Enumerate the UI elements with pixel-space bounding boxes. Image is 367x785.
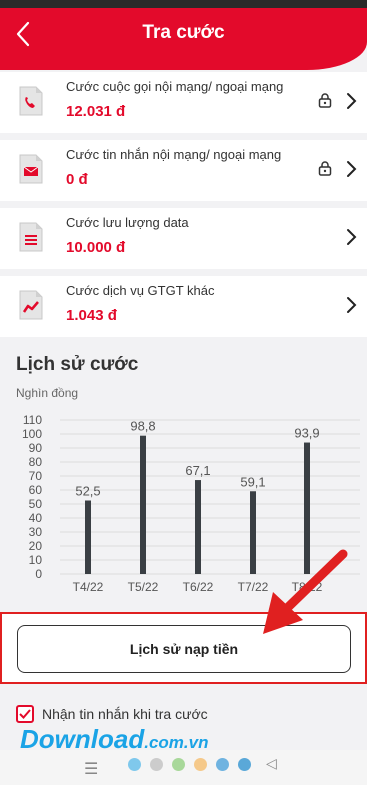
chart-bar — [85, 500, 91, 574]
y-tick-label: 20 — [29, 539, 43, 553]
list-icon — [19, 222, 43, 252]
sms-option-label: Nhận tin nhắn khi tra cước — [42, 706, 208, 722]
chevron-right-icon — [347, 229, 357, 245]
history-unit: Nghìn đồng — [16, 386, 79, 400]
checkmark-icon — [19, 709, 31, 719]
nav-dot — [194, 758, 207, 771]
nav-dot — [172, 758, 185, 771]
history-title: Lịch sử cước — [16, 354, 139, 375]
y-tick-label: 70 — [29, 469, 43, 483]
chevron-right-icon — [347, 93, 357, 109]
phone-icon — [19, 86, 43, 116]
nav-dot — [238, 758, 251, 771]
y-tick-label: 90 — [29, 441, 43, 455]
charge-item-calls[interactable]: Cước cuộc gọi nội mạng/ ngoại mạng 12.03… — [0, 72, 367, 133]
bar-value-label: 93,9 — [294, 426, 319, 441]
charge-name: Cước dịch vụ GTGT khác — [66, 283, 215, 298]
charge-amount: 10.000 đ — [66, 239, 126, 256]
system-nav-bar: ☰ ◁ — [0, 750, 367, 785]
charge-amount: 12.031 đ — [66, 103, 126, 120]
charge-amount: 1.043 đ — [66, 307, 117, 324]
y-tick-label: 10 — [29, 553, 43, 567]
charge-amount: 0 đ — [66, 171, 88, 188]
charge-name: Cước cuộc gọi nội mạng/ ngoại mạng — [66, 79, 284, 94]
x-tick-label: T4/22 — [73, 580, 104, 594]
charge-name: Cước tin nhắn nội mạng/ ngoại mạng — [66, 147, 282, 162]
charge-name: Cước lưu lượng data — [66, 215, 189, 230]
menu-icon[interactable]: ☰ — [84, 759, 98, 779]
trend-icon — [19, 290, 43, 320]
app-header: Tra cước — [0, 8, 367, 70]
y-tick-label: 50 — [29, 497, 43, 511]
bar-value-label: 67,1 — [185, 463, 210, 478]
bar-value-label: 59,1 — [240, 474, 265, 489]
charge-item-data[interactable]: Cước lưu lượng data 10.000 đ — [0, 208, 367, 269]
chevron-right-icon — [347, 297, 357, 313]
lock-icon — [318, 93, 332, 108]
y-tick-label: 110 — [23, 413, 42, 427]
lock-icon — [318, 161, 332, 176]
sms-checkbox[interactable] — [16, 705, 34, 723]
y-tick-label: 40 — [29, 511, 43, 525]
y-tick-label: 80 — [29, 455, 43, 469]
chart-bar — [140, 435, 146, 574]
bar-value-label: 52,5 — [75, 484, 100, 499]
nav-dot — [216, 758, 229, 771]
charge-item-sms[interactable]: Cước tin nhắn nội mạng/ ngoại mạng 0 đ — [0, 140, 367, 201]
charge-item-vas[interactable]: Cước dịch vụ GTGT khác 1.043 đ — [0, 276, 367, 337]
y-tick-label: 100 — [22, 427, 42, 441]
page-title: Tra cước — [142, 22, 225, 43]
chevron-right-icon — [347, 161, 357, 177]
x-tick-label: T5/22 — [128, 580, 159, 594]
x-tick-label: T6/22 — [183, 580, 214, 594]
y-tick-label: 60 — [29, 483, 43, 497]
nav-dot — [150, 758, 163, 771]
nav-dot — [128, 758, 141, 771]
annotation-arrow-icon — [263, 549, 348, 634]
status-bar — [0, 0, 367, 8]
y-tick-label: 30 — [29, 525, 43, 539]
nav-back-icon[interactable]: ◁ — [266, 755, 277, 772]
bar-value-label: 98,8 — [130, 419, 155, 434]
chart-bar — [195, 480, 201, 574]
y-tick-label: 0 — [35, 567, 42, 581]
envelope-icon — [19, 154, 43, 184]
